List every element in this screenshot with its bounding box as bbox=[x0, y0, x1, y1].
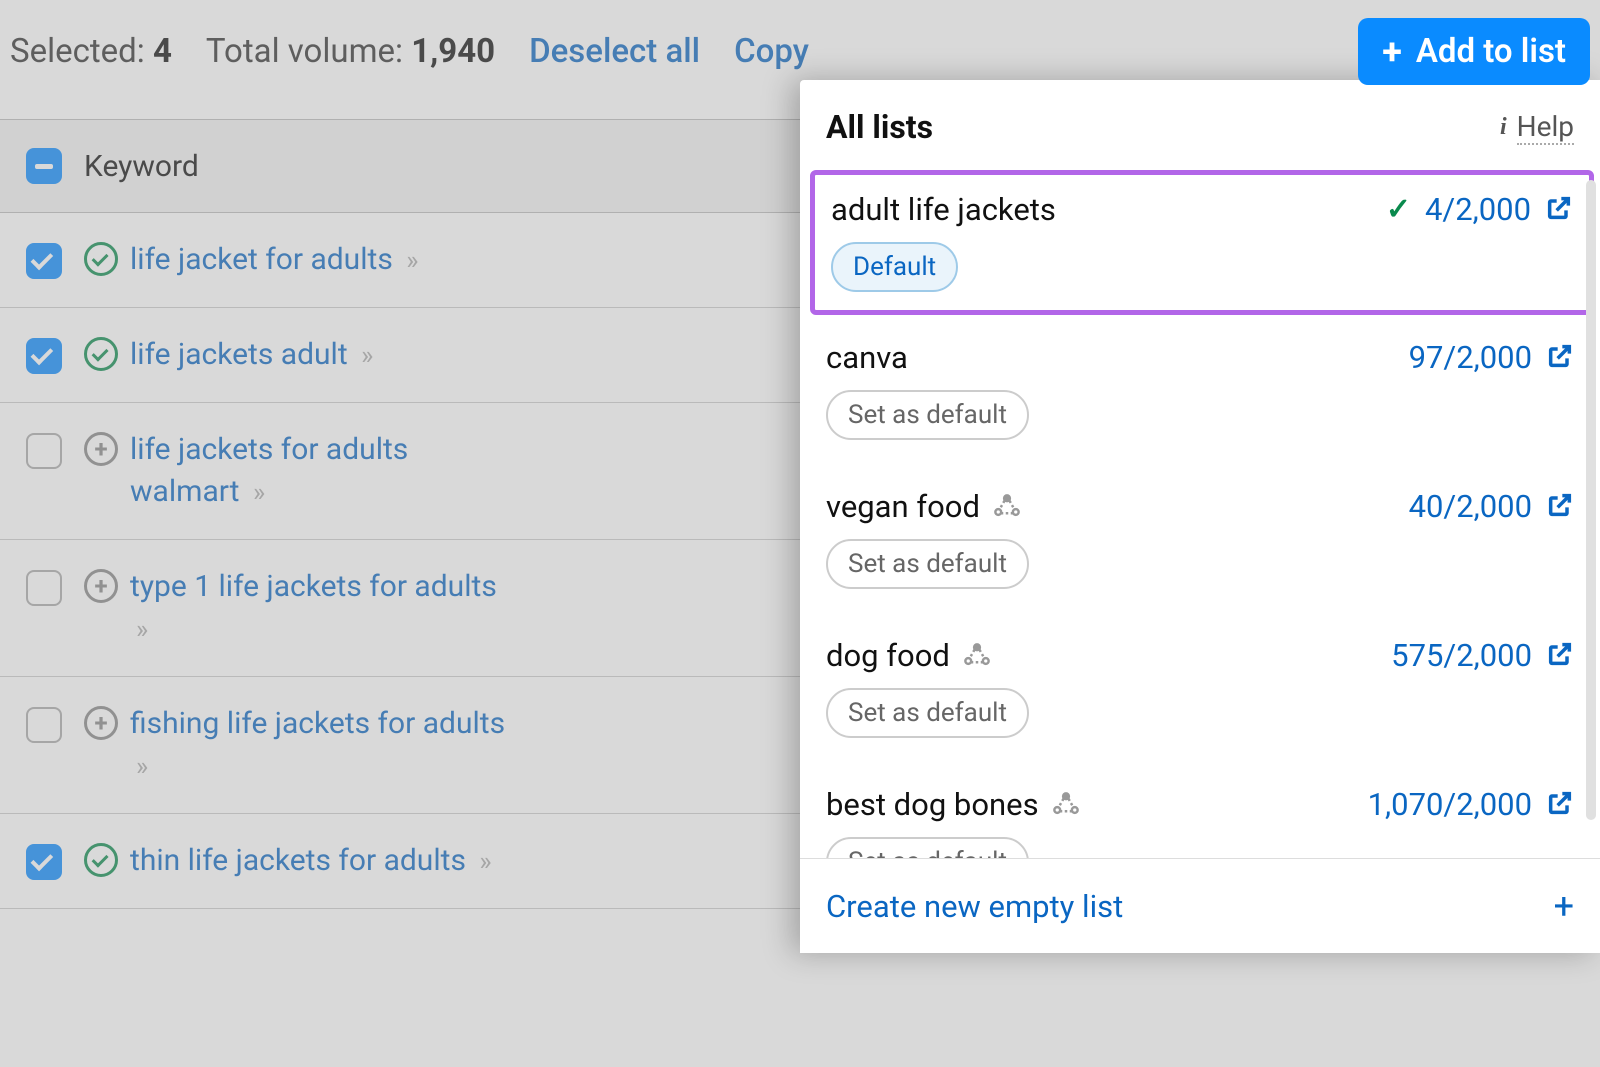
list-name: canva bbox=[826, 339, 908, 376]
external-link-icon[interactable] bbox=[1545, 194, 1573, 226]
chevron-right-icon[interactable]: » bbox=[136, 615, 148, 645]
row-checkbox[interactable] bbox=[26, 338, 62, 374]
list-item[interactable]: adult life jackets ✓ 4/2,000 Default bbox=[810, 170, 1594, 315]
keyword-link[interactable]: thin life jackets for adults » bbox=[130, 840, 492, 882]
external-link-icon[interactable] bbox=[1546, 342, 1574, 374]
list-count: 97/2,000 bbox=[1409, 339, 1532, 376]
list-count: 4/2,000 bbox=[1425, 191, 1531, 228]
check-circle-icon[interactable] bbox=[84, 337, 118, 371]
keyword-link[interactable]: type 1 life jackets for adults » bbox=[130, 566, 510, 650]
check-circle-icon[interactable] bbox=[84, 242, 118, 276]
row-checkbox[interactable] bbox=[26, 570, 62, 606]
default-badge: Default bbox=[831, 242, 958, 292]
plus-icon[interactable]: + bbox=[1554, 885, 1574, 927]
shared-icon bbox=[962, 641, 992, 671]
plus-circle-icon[interactable]: + bbox=[84, 569, 118, 603]
list-count: 575/2,000 bbox=[1391, 637, 1532, 674]
list-name: adult life jackets bbox=[831, 191, 1056, 228]
external-link-icon[interactable] bbox=[1546, 640, 1574, 672]
list-item[interactable]: canva 97/2,000 Set as default bbox=[800, 317, 1600, 466]
external-link-icon[interactable] bbox=[1546, 789, 1574, 821]
lists-panel: All lists i Help adult life jackets ✓ 4/2,… bbox=[800, 80, 1600, 953]
keyword-link[interactable]: life jacket for adults » bbox=[130, 239, 418, 281]
info-icon: i bbox=[1500, 114, 1507, 141]
scrollbar[interactable] bbox=[1586, 180, 1596, 820]
plus-circle-icon[interactable]: + bbox=[84, 432, 118, 466]
help-label: Help bbox=[1517, 110, 1574, 145]
list-name: best dog bones bbox=[826, 786, 1081, 823]
keyword-link[interactable]: fishing life jackets for adults » bbox=[130, 703, 510, 787]
help-link[interactable]: i Help bbox=[1500, 110, 1574, 145]
list-item[interactable]: dog food 575/2,000 Set as default bbox=[800, 615, 1600, 764]
panel-title: All lists bbox=[826, 108, 933, 146]
list-name: dog food bbox=[826, 637, 992, 674]
add-to-list-button[interactable]: + Add to list bbox=[1358, 18, 1590, 85]
added-check-icon: ✓ bbox=[1386, 192, 1411, 227]
set-default-button[interactable]: Set as default bbox=[826, 390, 1029, 440]
check-circle-icon[interactable] bbox=[84, 843, 118, 877]
deselect-all-button[interactable]: Deselect all bbox=[529, 32, 700, 71]
set-default-button[interactable]: Set as default bbox=[826, 837, 1029, 858]
list-item[interactable]: best dog bones 1,070/2,000 Set as default bbox=[800, 764, 1600, 858]
row-checkbox[interactable] bbox=[26, 433, 62, 469]
row-checkbox[interactable] bbox=[26, 243, 62, 279]
list-count: 1,070/2,000 bbox=[1368, 786, 1532, 823]
list-count: 40/2,000 bbox=[1409, 488, 1532, 525]
add-to-list-label: Add to list bbox=[1416, 32, 1566, 71]
chevron-right-icon[interactable]: » bbox=[136, 752, 148, 782]
chevron-right-icon[interactable]: » bbox=[253, 478, 265, 508]
list-item[interactable]: vegan food 40/2,000 Set as default bbox=[800, 466, 1600, 615]
keyword-link[interactable]: life jackets for adults walmart » bbox=[130, 429, 510, 513]
chevron-right-icon[interactable]: » bbox=[406, 246, 418, 276]
plus-circle-icon[interactable]: + bbox=[84, 706, 118, 740]
row-checkbox[interactable] bbox=[26, 844, 62, 880]
row-checkbox[interactable] bbox=[26, 707, 62, 743]
shared-icon bbox=[1051, 790, 1081, 820]
external-link-icon[interactable] bbox=[1546, 491, 1574, 523]
set-default-button[interactable]: Set as default bbox=[826, 688, 1029, 738]
create-new-list-button[interactable]: Create new empty list bbox=[826, 888, 1123, 925]
copy-button[interactable]: Copy bbox=[734, 32, 809, 71]
selected-label: Selected: 4 bbox=[10, 32, 172, 71]
select-all-checkbox[interactable] bbox=[26, 148, 62, 184]
plus-icon: + bbox=[1382, 34, 1402, 70]
keyword-link[interactable]: life jackets adult » bbox=[130, 334, 373, 376]
set-default-button[interactable]: Set as default bbox=[826, 539, 1029, 589]
list-name: vegan food bbox=[826, 488, 1022, 525]
chevron-right-icon[interactable]: » bbox=[479, 847, 491, 877]
total-volume-label: Total volume: 1,940 bbox=[206, 32, 495, 71]
chevron-right-icon[interactable]: » bbox=[361, 341, 373, 371]
shared-icon bbox=[992, 492, 1022, 522]
